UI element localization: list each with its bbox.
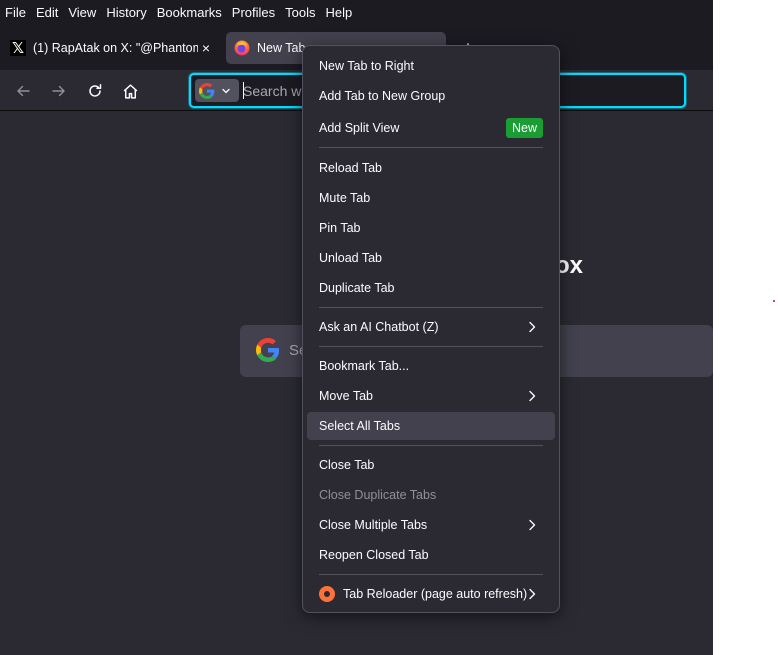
menu-item-unload-tab[interactable]: Unload Tab <box>307 244 555 272</box>
menu-tools[interactable]: Tools <box>285 5 315 20</box>
menu-history[interactable]: History <box>106 5 146 20</box>
tab-reloader-icon <box>319 586 335 602</box>
menu-item-duplicate-tab[interactable]: Duplicate Tab <box>307 274 555 302</box>
reload-button[interactable] <box>82 78 108 104</box>
menu-item-close-tab[interactable]: Close Tab <box>307 451 555 479</box>
arrow-left-icon <box>17 85 30 97</box>
stray-pixel <box>773 300 775 302</box>
google-g-icon <box>256 338 280 365</box>
menu-item-mute-tab[interactable]: Mute Tab <box>307 184 555 212</box>
menu-separator <box>319 147 543 148</box>
menu-item-close-duplicate-tabs: Close Duplicate Tabs <box>307 481 555 509</box>
menu-file[interactable]: File <box>5 5 26 20</box>
menu-separator <box>319 346 543 347</box>
tab-title: (1) RapAtak on X: "@PhantomXwanking <box>33 41 198 55</box>
menu-item-label: Close Duplicate Tabs <box>319 488 437 502</box>
menu-item-move-tab[interactable]: Move Tab <box>307 382 555 410</box>
menu-item-label: Close Tab <box>319 458 375 472</box>
menu-item-label: Duplicate Tab <box>319 281 395 295</box>
menu-item-select-all-tabs[interactable]: Select All Tabs <box>307 412 555 440</box>
menu-separator <box>319 574 543 575</box>
chevron-right-icon <box>529 588 536 600</box>
menu-item-label: Tab Reloader (page auto refresh) <box>343 587 528 601</box>
menu-item-reopen-closed-tab[interactable]: Reopen Closed Tab <box>307 541 555 569</box>
chevron-down-icon <box>222 88 230 93</box>
forward-button[interactable] <box>46 78 72 104</box>
menu-item-label: Close Multiple Tabs <box>319 518 428 532</box>
menu-separator <box>319 445 543 446</box>
tab-close-icon[interactable]: × <box>198 40 214 56</box>
menu-item-label: Add Split View <box>319 121 400 135</box>
menu-item-bookmark-tab[interactable]: Bookmark Tab... <box>307 352 555 380</box>
search-engine-button[interactable] <box>195 79 239 102</box>
x-logo-icon: 𝕏 <box>10 40 26 57</box>
new-badge: New <box>505 118 543 138</box>
google-g-icon <box>199 82 215 99</box>
menu-item-label: Reload Tab <box>319 161 383 175</box>
menu-bar: File Edit View History Bookmarks Profile… <box>0 0 713 24</box>
menu-item-label: Select All Tabs <box>319 419 401 433</box>
menu-item-label: Ask an AI Chatbot (Z) <box>319 320 439 334</box>
menu-item-label: Move Tab <box>319 389 373 403</box>
menu-item-add-split-view[interactable]: Add Split View New <box>307 114 555 142</box>
menu-profiles[interactable]: Profiles <box>232 5 275 20</box>
firefox-icon <box>234 40 250 56</box>
menu-edit[interactable]: Edit <box>36 5 58 20</box>
menu-view[interactable]: View <box>68 5 96 20</box>
chevron-right-icon <box>529 519 536 531</box>
menu-separator <box>319 307 543 308</box>
menu-item-reload-tab[interactable]: Reload Tab <box>307 154 555 182</box>
menu-item-ask-ai-chatbot[interactable]: Ask an AI Chatbot (Z) <box>307 313 555 341</box>
reload-icon <box>89 84 102 97</box>
menu-item-label: Bookmark Tab... <box>319 359 410 373</box>
home-icon <box>123 83 137 99</box>
menu-item-close-multiple-tabs[interactable]: Close Multiple Tabs <box>307 511 555 539</box>
menu-item-label: Pin Tab <box>319 221 361 235</box>
menu-item-label: Reopen Closed Tab <box>319 548 429 562</box>
menu-bookmarks[interactable]: Bookmarks <box>157 5 222 20</box>
text-caret <box>243 82 244 99</box>
tab-rapatak-x[interactable]: 𝕏 (1) RapAtak on X: "@PhantomXwanking × <box>2 32 222 64</box>
home-button[interactable] <box>117 78 143 104</box>
menu-item-add-tab-to-new-group[interactable]: Add Tab to New Group <box>307 82 555 110</box>
menu-item-new-tab-to-right[interactable]: New Tab to Right <box>307 52 555 80</box>
arrow-right-icon <box>52 85 65 97</box>
menu-item-label: Unload Tab <box>319 251 383 265</box>
chevron-right-icon <box>529 321 536 333</box>
menu-item-pin-tab[interactable]: Pin Tab <box>307 214 555 242</box>
menu-item-label: Mute Tab <box>319 191 371 205</box>
menu-help[interactable]: Help <box>326 5 353 20</box>
menu-item-label: New Tab to Right <box>319 59 414 73</box>
chevron-right-icon <box>529 390 536 402</box>
menu-item-label: Add Tab to New Group <box>319 89 446 103</box>
back-button[interactable] <box>10 78 36 104</box>
tab-context-menu: New Tab to Right Add Tab to New Group Ad… <box>302 45 560 613</box>
menu-item-tab-reloader[interactable]: Tab Reloader (page auto refresh) <box>307 580 555 608</box>
